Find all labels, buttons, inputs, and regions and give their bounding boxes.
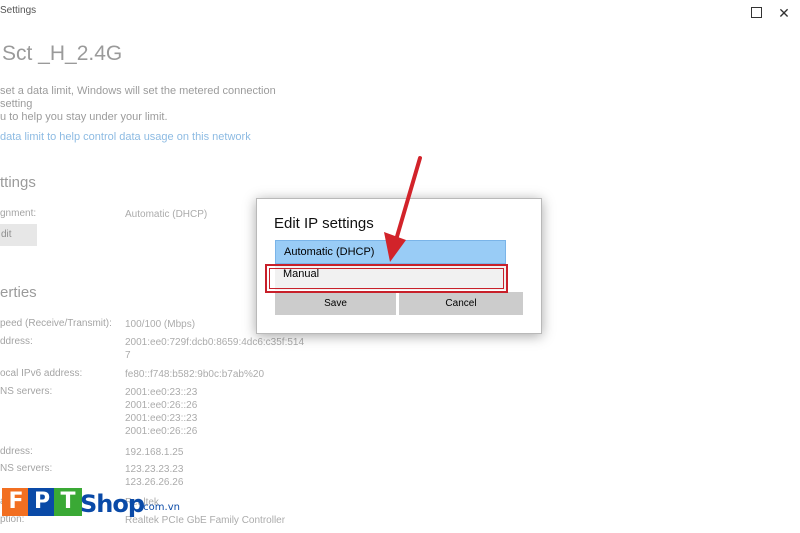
maximize-icon[interactable] (751, 7, 762, 18)
property-value: 2001:ee0:23::23 2001:ee0:26::26 2001:ee0:2… (125, 386, 197, 438)
logo-shop-text: Shop (80, 490, 145, 518)
property-label: peed (Receive/Transmit): (0, 318, 112, 329)
property-value: 123.23.23.23 123.26.26.26 (125, 463, 183, 489)
logo-letter-p: P (28, 488, 56, 516)
property-label: ocal IPv6 address: (0, 368, 83, 379)
edit-ip-settings-dialog: Edit IP settings Automatic (DHCP) Manual… (256, 198, 542, 334)
property-label: ddress: (0, 446, 33, 457)
property-value: 2001:ee0:729f:dcb0:8659:4dc6:c35f:514 7 (125, 336, 304, 362)
save-button[interactable]: Save (275, 292, 396, 315)
property-value-line: 192.168.1.25 (125, 447, 184, 458)
property-value: 192.168.1.25 (125, 446, 183, 459)
property-value: fe80::f748:b582:9b0c:b7ab%20 (125, 368, 264, 381)
app-title: Settings (0, 5, 37, 16)
property-value-line: 123.23.23.23 (125, 464, 184, 475)
set-data-limit-link[interactable]: data limit to help control data usage on… (0, 131, 251, 143)
property-value-line: 2001:ee0:23::23 (125, 413, 198, 424)
property-label: NS servers: (0, 463, 53, 474)
dialog-title: Edit IP settings (274, 215, 374, 232)
data-limit-description: set a data limit, Windows will set the m… (0, 85, 300, 124)
property-value: 100/100 (Mbps) (125, 318, 195, 331)
logo-domain-text: .com.vn (140, 502, 180, 513)
property-value-line: 100/100 (Mbps) (125, 319, 196, 330)
description-line-1: set a data limit, Windows will set the m… (0, 85, 276, 110)
dropdown-option-automatic[interactable]: Automatic (DHCP) (275, 240, 506, 264)
network-name: Sct _H_2.4G (2, 42, 123, 65)
ip-assignment-value: Automatic (DHCP) (125, 209, 208, 220)
property-value-line: 7 (125, 350, 131, 361)
cancel-button[interactable]: Cancel (399, 292, 523, 315)
close-icon[interactable]: ✕ (768, 0, 800, 26)
logo-letter-t: T (54, 488, 82, 516)
property-value-line: fe80::f748:b582:9b0c:b7ab%20 (125, 369, 265, 380)
properties-heading: erties (0, 284, 37, 301)
settings-window: Settings ✕ Sct _H_2.4G set a data limit,… (0, 0, 800, 533)
logo-letter-f: F (2, 488, 30, 516)
title-bar: Settings ✕ (0, 0, 800, 26)
ip-settings-heading: ttings (0, 174, 36, 191)
property-label: NS servers: (0, 386, 53, 397)
property-value-line: 2001:ee0:729f:dcb0:8659:4dc6:c35f:514 (125, 337, 305, 348)
description-line-2: u to help you stay under your limit. (0, 111, 168, 123)
dropdown-option-manual[interactable]: Manual (275, 264, 506, 290)
property-value-line: 2001:ee0:23::23 (125, 387, 198, 398)
property-value-line: 2001:ee0:26::26 (125, 426, 198, 437)
fptshop-logo: F P T Shop .com.vn (0, 488, 250, 533)
ip-assignment-label: gnment: (0, 208, 37, 219)
edit-button[interactable]: dit (0, 224, 37, 246)
property-label: ddress: (0, 336, 33, 347)
property-value-line: 2001:ee0:26::26 (125, 400, 198, 411)
